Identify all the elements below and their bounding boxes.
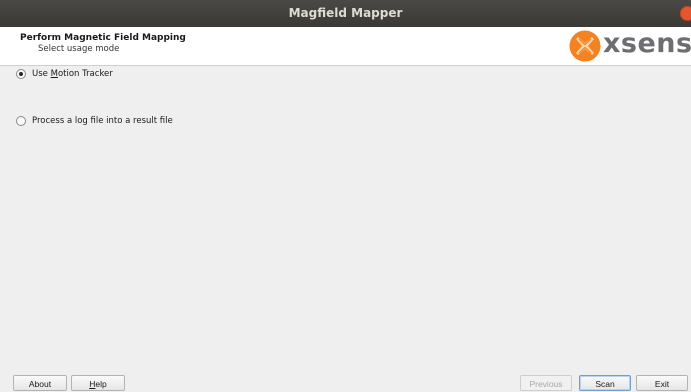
radio-process-log-file[interactable] [16,116,26,126]
page-title: Perform Magnetic Field Mapping [20,33,186,43]
xsens-logo-icon [569,30,601,62]
xsens-logo-text: xsens [603,28,691,59]
scan-button[interactable]: Scan [579,375,631,391]
xsens-logo: xsens [566,28,691,63]
use-motion-tracker-option[interactable]: Use Motion Tracker [16,69,113,79]
exit-button[interactable]: Exit [636,375,688,391]
window-title: Magfield Mapper [288,6,403,20]
close-icon[interactable] [680,6,691,21]
help-button[interactable]: Help [71,375,125,391]
page-subtitle: Select usage mode [38,44,120,54]
process-log-file-option[interactable]: Process a log file into a result file [16,116,173,126]
wizard-header: Perform Magnetic Field Mapping Select us… [0,27,691,66]
option-label-process-log-file: Process a log file into a result file [32,116,173,126]
previous-button[interactable]: Previous [520,375,572,391]
about-button[interactable]: About [13,375,67,391]
title-bar[interactable]: Magfield Mapper [0,0,691,27]
radio-use-motion-tracker[interactable] [16,69,26,79]
option-label-use-motion-tracker: Use Motion Tracker [32,69,113,79]
app-window: Magfield Mapper Perform Magnetic Field M… [0,0,691,392]
